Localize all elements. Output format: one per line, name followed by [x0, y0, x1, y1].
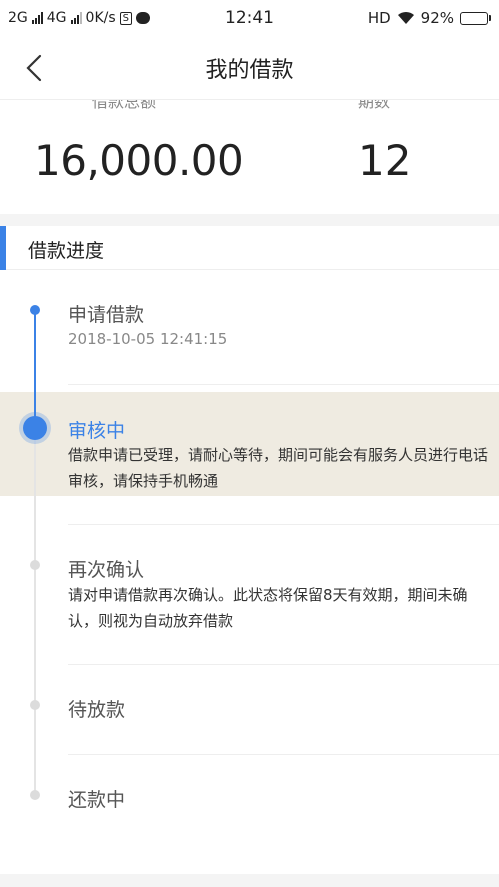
timeline-line-pending: [34, 428, 36, 798]
step-divider: [68, 664, 499, 665]
step-desc-review: 借款申请已受理，请耐心等待，期间可能会有服务人员进行电话审核，请保持手机畅通: [68, 446, 489, 490]
bottom-spacer: [0, 874, 499, 887]
loan-summary: 借款总额 期数 16,000.00 12: [0, 100, 499, 214]
step-time-apply: 2018-10-05 12:41:15: [68, 330, 228, 348]
sim-icon: S: [119, 11, 132, 25]
timeline-line-done: [34, 310, 36, 428]
step-title-confirm: 再次确认: [68, 559, 145, 581]
section-title: 借款进度: [28, 240, 105, 262]
section-header: 借款进度: [0, 226, 499, 270]
status-left: 2G 4G 0K/s S: [8, 10, 150, 26]
network-4g-label: 4G: [46, 10, 67, 26]
step-dot-active: [23, 416, 47, 440]
periods-label: 期数: [358, 100, 391, 111]
hd-label: HD: [367, 9, 391, 27]
step-divider: [68, 524, 499, 525]
step-dot-pending: [30, 560, 40, 570]
signal-icon-2: [70, 12, 82, 24]
back-button[interactable]: [22, 54, 48, 82]
signal-icon: [31, 12, 43, 24]
step-desc-confirm: 请对申请借款再次确认。此状态将保留8天有效期，期间未确认，则视为自动放弃借款: [68, 586, 468, 630]
step-title-repay: 还款中: [68, 789, 126, 811]
battery-icon: [460, 11, 491, 25]
loan-progress: 借款进度 申请借款 2018-10-05 12:41:15 审核中 借款申请已受…: [0, 226, 499, 874]
step-title-review: 审核中: [68, 420, 126, 442]
step-dot-pending: [30, 700, 40, 710]
step-divider: [68, 754, 499, 755]
network-2g-label: 2G: [8, 10, 28, 26]
step-title-apply: 申请借款: [68, 304, 145, 326]
section-accent-bar: [0, 226, 6, 270]
step-title-disburse: 待放款: [68, 699, 126, 721]
nav-bar: 我的借款: [0, 36, 499, 100]
step-dot-done: [30, 305, 40, 315]
status-bar: 2G 4G 0K/s S 12:41 HD 92%: [0, 0, 499, 36]
wifi-icon: [397, 11, 414, 24]
status-right: HD 92%: [368, 9, 491, 27]
amount-label: 借款总额: [92, 100, 157, 111]
step-divider: [68, 384, 499, 385]
message-icon: [136, 12, 150, 24]
page-title: 我的借款: [205, 57, 294, 83]
battery-percent: 92%: [420, 9, 454, 27]
loan-amount: 16,000.00: [34, 136, 244, 185]
network-speed: 0K/s: [85, 10, 116, 26]
step-dot-pending: [30, 790, 40, 800]
chevron-left-icon: [26, 54, 42, 82]
loan-periods: 12: [358, 136, 412, 185]
